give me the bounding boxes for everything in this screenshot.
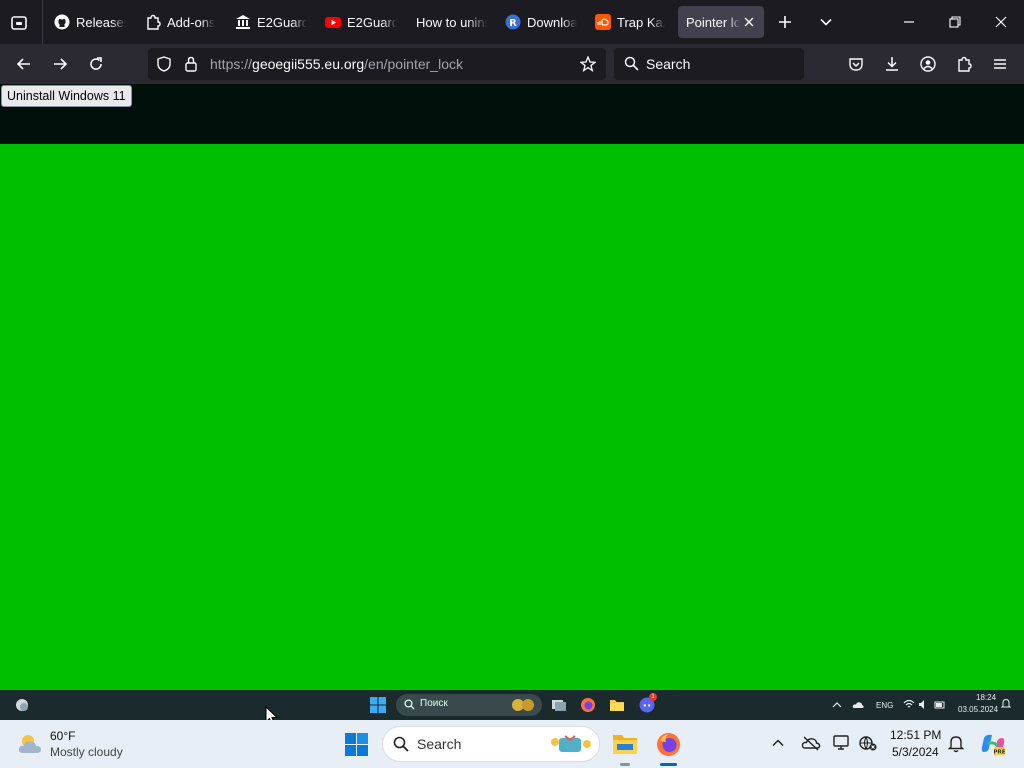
notification-bell-icon[interactable] bbox=[948, 735, 964, 753]
reload-icon[interactable] bbox=[86, 54, 106, 74]
tab-close-icon[interactable] bbox=[744, 17, 754, 27]
inner-clock-date: 03.05.2024 bbox=[958, 705, 999, 714]
tab-divider bbox=[42, 0, 43, 44]
url-bar[interactable]: https://geoegii555.eu.org/en/pointer_loc… bbox=[148, 48, 606, 80]
inner-volume-icon[interactable] bbox=[918, 699, 928, 710]
tab-download[interactable]: R Download bbox=[505, 6, 577, 38]
menu-icon[interactable] bbox=[990, 54, 1010, 74]
url-path: /en/pointer_lock bbox=[364, 56, 463, 72]
weather-cloud-icon[interactable] bbox=[17, 733, 45, 755]
svg-text:PRE: PRE bbox=[993, 750, 1005, 756]
shield-icon[interactable] bbox=[156, 56, 172, 72]
taskbar: 60°F Mostly cloudy Search 12:51 PM 5/3/2… bbox=[0, 720, 1024, 768]
svg-text:R: R bbox=[509, 18, 517, 29]
firefox-view-icon[interactable] bbox=[8, 12, 30, 34]
tab-label: Download bbox=[527, 14, 577, 30]
tab-e2guardian-2[interactable]: E2Guardian bbox=[325, 6, 397, 38]
forward-icon[interactable] bbox=[50, 54, 70, 74]
clock-date[interactable]: 5/3/2024 bbox=[892, 745, 939, 759]
inner-search-highlight-icon bbox=[510, 697, 536, 713]
nav-toolbar: https://geoegii555.eu.org/en/pointer_loc… bbox=[0, 44, 1024, 84]
tab-addons[interactable]: Add-ons bbox=[145, 6, 217, 38]
onedrive-offline-icon[interactable] bbox=[801, 735, 821, 751]
search-highlight-icon bbox=[549, 732, 593, 756]
tab-releases[interactable]: Releases bbox=[54, 6, 126, 38]
tab-label: Releases bbox=[76, 14, 126, 30]
back-icon[interactable] bbox=[14, 54, 34, 74]
tab-label: Pointer lock bbox=[686, 14, 740, 30]
inner-weather-icon bbox=[14, 697, 30, 713]
downloads-icon[interactable] bbox=[882, 54, 902, 74]
github-icon bbox=[54, 14, 70, 30]
tab-label: Add-ons bbox=[167, 14, 216, 30]
network-icon[interactable] bbox=[858, 734, 878, 752]
search-icon bbox=[393, 736, 409, 752]
inner-clock-time: 18:24 bbox=[976, 693, 997, 702]
weather-temp[interactable]: 60°F bbox=[50, 729, 75, 743]
tray-chevron-icon[interactable] bbox=[771, 736, 785, 750]
bookmark-star-icon[interactable] bbox=[580, 56, 596, 72]
restore-icon[interactable] bbox=[945, 12, 965, 32]
start-icon[interactable] bbox=[345, 733, 368, 756]
tab-label: How to uninstall bbox=[416, 14, 488, 30]
url-prefix: https:// bbox=[210, 56, 253, 72]
search-bar[interactable]: Search bbox=[614, 48, 804, 80]
account-icon[interactable] bbox=[918, 54, 938, 74]
firefox-icon[interactable] bbox=[656, 732, 681, 757]
search-icon bbox=[624, 56, 639, 71]
tab-strip: Releases Add-ons E2Guardian E2Guardian H… bbox=[0, 0, 1024, 44]
inner-battery-icon[interactable] bbox=[934, 699, 946, 710]
extensions-icon[interactable] bbox=[954, 54, 974, 74]
firefox-active-indicator bbox=[660, 763, 677, 766]
url-text[interactable]: https://geoegii555.eu.org/en/pointer_loc… bbox=[210, 56, 463, 72]
inner-taskbar: Поиск 1 ENG 18:24 03.05.2024 bbox=[0, 690, 1024, 720]
tab-how-to-uninstall[interactable]: How to uninstall bbox=[416, 6, 488, 38]
uninstall-windows-button[interactable]: Uninstall Windows 11 bbox=[1, 85, 132, 107]
inner-firefox-icon[interactable] bbox=[580, 697, 596, 713]
close-window-icon[interactable] bbox=[991, 12, 1011, 32]
tab-label: E2Guardian bbox=[257, 14, 307, 30]
soundcloud-icon bbox=[595, 14, 611, 30]
page-header-band bbox=[0, 84, 1024, 144]
inner-tray-chevron-icon[interactable] bbox=[832, 700, 842, 710]
lock-icon[interactable] bbox=[184, 56, 198, 72]
r-logo-icon: R bbox=[505, 14, 521, 30]
file-explorer-running-indicator bbox=[620, 763, 630, 766]
taskbar-search-box[interactable]: Search bbox=[382, 726, 600, 762]
bank-icon bbox=[235, 14, 251, 30]
minimize-icon[interactable] bbox=[899, 12, 919, 32]
pointer-lock-area[interactable] bbox=[0, 144, 1024, 690]
tab-label: E2Guardian bbox=[347, 14, 397, 30]
inner-wifi-icon[interactable] bbox=[903, 699, 915, 710]
search-placeholder: Search bbox=[646, 56, 691, 72]
puzzle-icon bbox=[145, 14, 161, 30]
weather-condition[interactable]: Mostly cloudy bbox=[50, 745, 123, 759]
taskbar-search-label: Search bbox=[417, 736, 462, 752]
inner-task-view-icon[interactable] bbox=[551, 697, 567, 713]
inner-search-box[interactable]: Поиск bbox=[396, 694, 542, 716]
inner-notification-icon[interactable] bbox=[1001, 698, 1011, 710]
tab-label: Trap Kaz bbox=[617, 14, 665, 30]
inner-language[interactable]: ENG bbox=[876, 701, 893, 710]
youtube-icon bbox=[325, 14, 341, 30]
inner-discord-badge: 1 bbox=[649, 693, 657, 701]
tab-trap[interactable]: Trap Kaz bbox=[595, 6, 665, 38]
copilot-icon[interactable]: PRE bbox=[980, 732, 1006, 758]
clock-time[interactable]: 12:51 PM bbox=[890, 728, 941, 742]
inner-onedrive-icon[interactable] bbox=[852, 700, 864, 710]
tab-pointer-lock[interactable]: Pointer lock bbox=[678, 6, 764, 38]
list-all-tabs-icon[interactable] bbox=[816, 12, 836, 32]
display-icon[interactable] bbox=[833, 734, 851, 752]
inner-start-icon[interactable] bbox=[370, 697, 386, 713]
new-tab-icon[interactable] bbox=[775, 12, 795, 32]
inner-search-icon bbox=[404, 699, 415, 710]
pocket-icon[interactable] bbox=[846, 54, 866, 74]
url-domain: geoegii555.eu.org bbox=[252, 56, 365, 72]
inner-search-label: Поиск bbox=[420, 698, 448, 709]
tab-e2guardian-1[interactable]: E2Guardian bbox=[235, 6, 307, 38]
file-explorer-icon[interactable] bbox=[612, 732, 638, 756]
inner-file-explorer-icon[interactable] bbox=[609, 697, 625, 713]
